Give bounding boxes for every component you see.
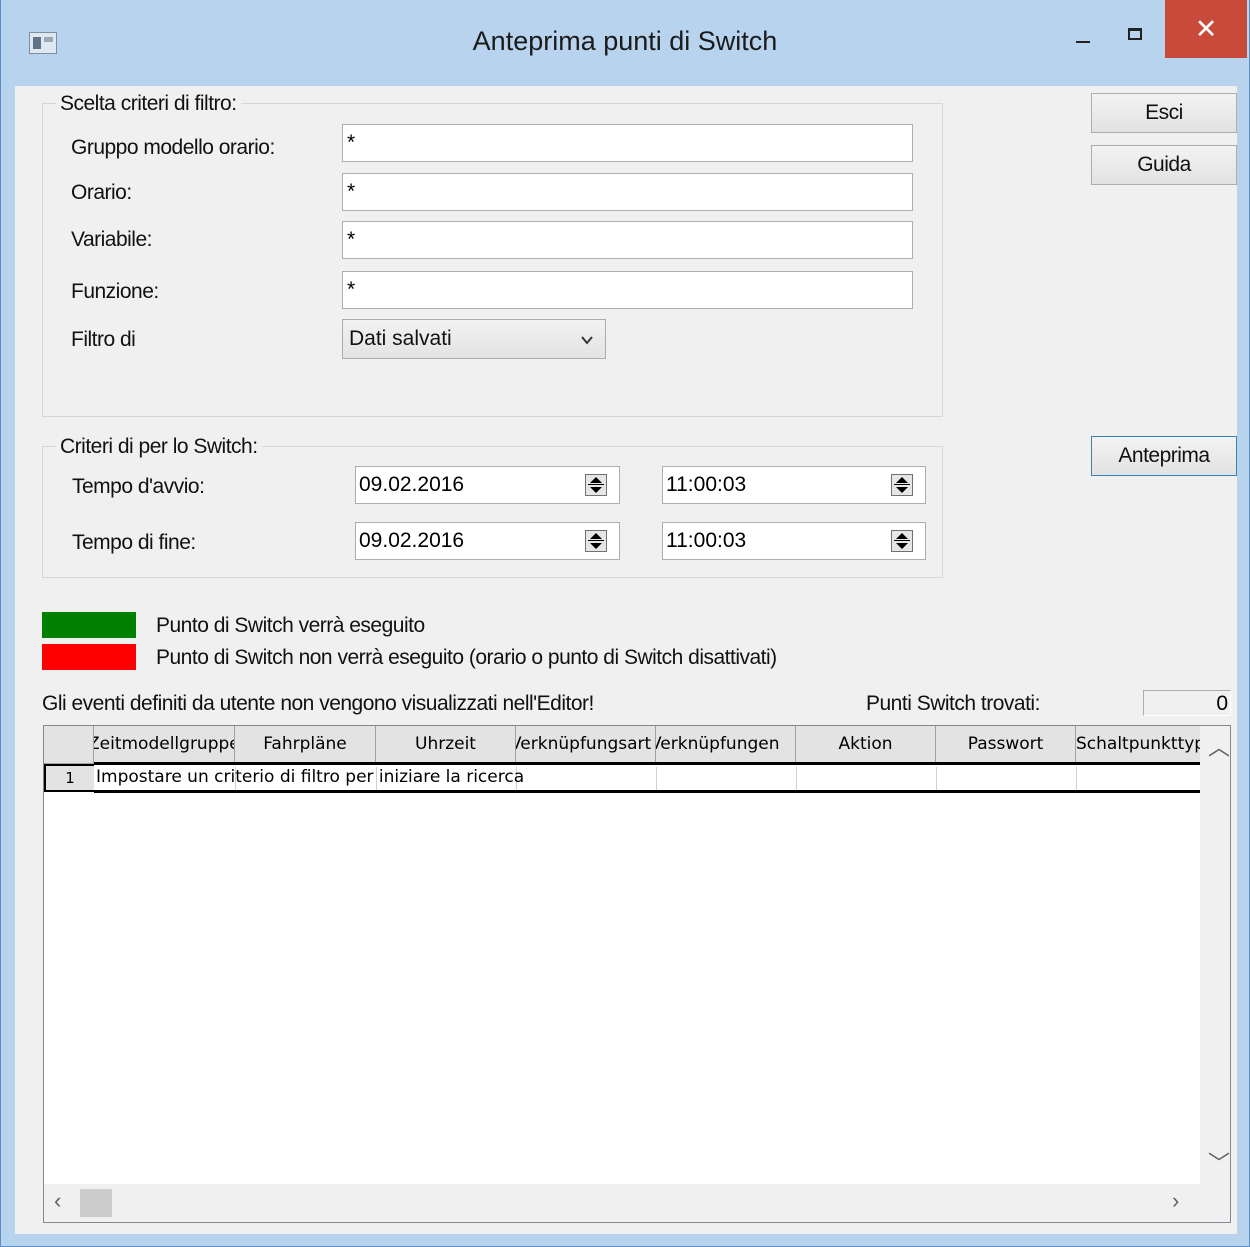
horizontal-scrollbar[interactable]: ‹ › [44, 1184, 1230, 1222]
minimize-icon[interactable] [1059, 12, 1107, 56]
end-date-picker[interactable]: 09.02.2016 [355, 522, 620, 560]
found-count-label: Punti Switch trovati: [866, 692, 1040, 715]
column-header-link-type[interactable]: Verknüpfungsart [516, 726, 656, 764]
schedule-input[interactable]: * [342, 173, 913, 211]
client-area: Scelta criteri di filtro: Gruppo modello… [15, 86, 1237, 1234]
column-header-time[interactable]: Uhrzeit [376, 726, 516, 764]
horizontal-scroll-thumb[interactable] [80, 1189, 112, 1217]
filter-by-select[interactable]: Dati salvati [342, 319, 606, 359]
column-header-time-model-group[interactable]: Zeitmodellgruppe [94, 726, 235, 764]
preview-button[interactable]: Anteprima [1091, 436, 1237, 476]
title-bar[interactable]: Anteprima punti di Switch ✕ [1, 0, 1249, 86]
row-top-border [94, 762, 1202, 765]
cell-divider [1076, 767, 1077, 790]
scroll-left-icon[interactable]: ‹ [54, 1188, 61, 1214]
function-input[interactable]: * [342, 271, 913, 309]
close-icon[interactable]: ✕ [1165, 0, 1247, 58]
start-date-value: 09.02.2016 [359, 473, 465, 496]
info-text: Gli eventi definiti da utente non vengon… [42, 692, 594, 715]
found-count-value: 0 [1143, 690, 1231, 716]
green-legend-text: Punto di Switch verrà eseguito [156, 614, 425, 637]
column-header-action[interactable]: Aktion [796, 726, 936, 764]
red-legend-swatch [42, 644, 136, 670]
start-date-spinner-icon[interactable] [585, 474, 607, 496]
start-time-label: Tempo d'avvio: [72, 475, 205, 498]
results-grid[interactable]: Zeitmodellgruppe Fahrpläne Uhrzeit Verkn… [43, 725, 1231, 1223]
column-header-schedules[interactable]: Fahrpläne [235, 726, 376, 764]
end-date-spinner-icon[interactable] [585, 530, 607, 552]
time-model-group-input[interactable]: * [342, 124, 913, 162]
filter-by-value: Dati salvati [349, 327, 452, 350]
end-time-value: 11:00:03 [666, 529, 747, 552]
time-model-group-label: Gruppo modello orario: [71, 136, 275, 159]
row-bottom-border [94, 790, 1202, 793]
chevron-down-icon [581, 336, 593, 345]
end-time-label: Tempo di fine: [72, 531, 196, 554]
filter-criteria-legend: Scelta criteri di filtro: [56, 92, 241, 116]
function-label: Funzione: [71, 280, 159, 303]
scroll-right-icon[interactable]: › [1172, 1188, 1179, 1214]
filter-by-label: Filtro di [71, 328, 136, 351]
cell-divider [936, 767, 937, 790]
start-time-picker[interactable]: 11:00:03 [662, 466, 926, 504]
row-header[interactable]: 1 [44, 764, 94, 792]
variable-input[interactable]: * [342, 221, 913, 259]
help-button[interactable]: Guida [1091, 145, 1237, 185]
start-time-value: 11:00:03 [666, 473, 747, 496]
column-header-links[interactable]: Verknüpfungen [656, 726, 796, 764]
variable-label: Variabile: [71, 228, 153, 251]
vertical-scrollbar[interactable]: ︿ ﹀ [1200, 726, 1230, 1184]
schedule-label: Orario: [71, 181, 132, 204]
green-legend-swatch [42, 612, 136, 638]
switch-criteria-legend: Criteri di per lo Switch: [56, 435, 262, 459]
end-date-value: 09.02.2016 [359, 529, 465, 552]
grid-corner-header[interactable] [44, 726, 94, 764]
red-legend-text: Punto di Switch non verrà eseguito (orar… [156, 646, 777, 669]
column-header-password[interactable]: Passwort [936, 726, 1076, 764]
scroll-up-icon[interactable]: ︿ [1208, 730, 1230, 762]
start-date-picker[interactable]: 09.02.2016 [355, 466, 620, 504]
end-time-picker[interactable]: 11:00:03 [662, 522, 926, 560]
scroll-down-icon[interactable]: ﹀ [1208, 1146, 1230, 1178]
cell-divider [796, 767, 797, 790]
main-window: Anteprima punti di Switch ✕ Scelta crite… [0, 0, 1250, 1247]
cell-divider [656, 767, 657, 790]
start-time-spinner-icon[interactable] [891, 474, 913, 496]
column-header-switch-point-type[interactable]: Schaltpunkttyp [1076, 726, 1202, 764]
end-time-spinner-icon[interactable] [891, 530, 913, 552]
table-row-message[interactable]: Impostare un criterio di filtro per iniz… [96, 767, 524, 787]
exit-button[interactable]: Esci [1091, 93, 1237, 133]
maximize-icon[interactable] [1111, 12, 1159, 56]
